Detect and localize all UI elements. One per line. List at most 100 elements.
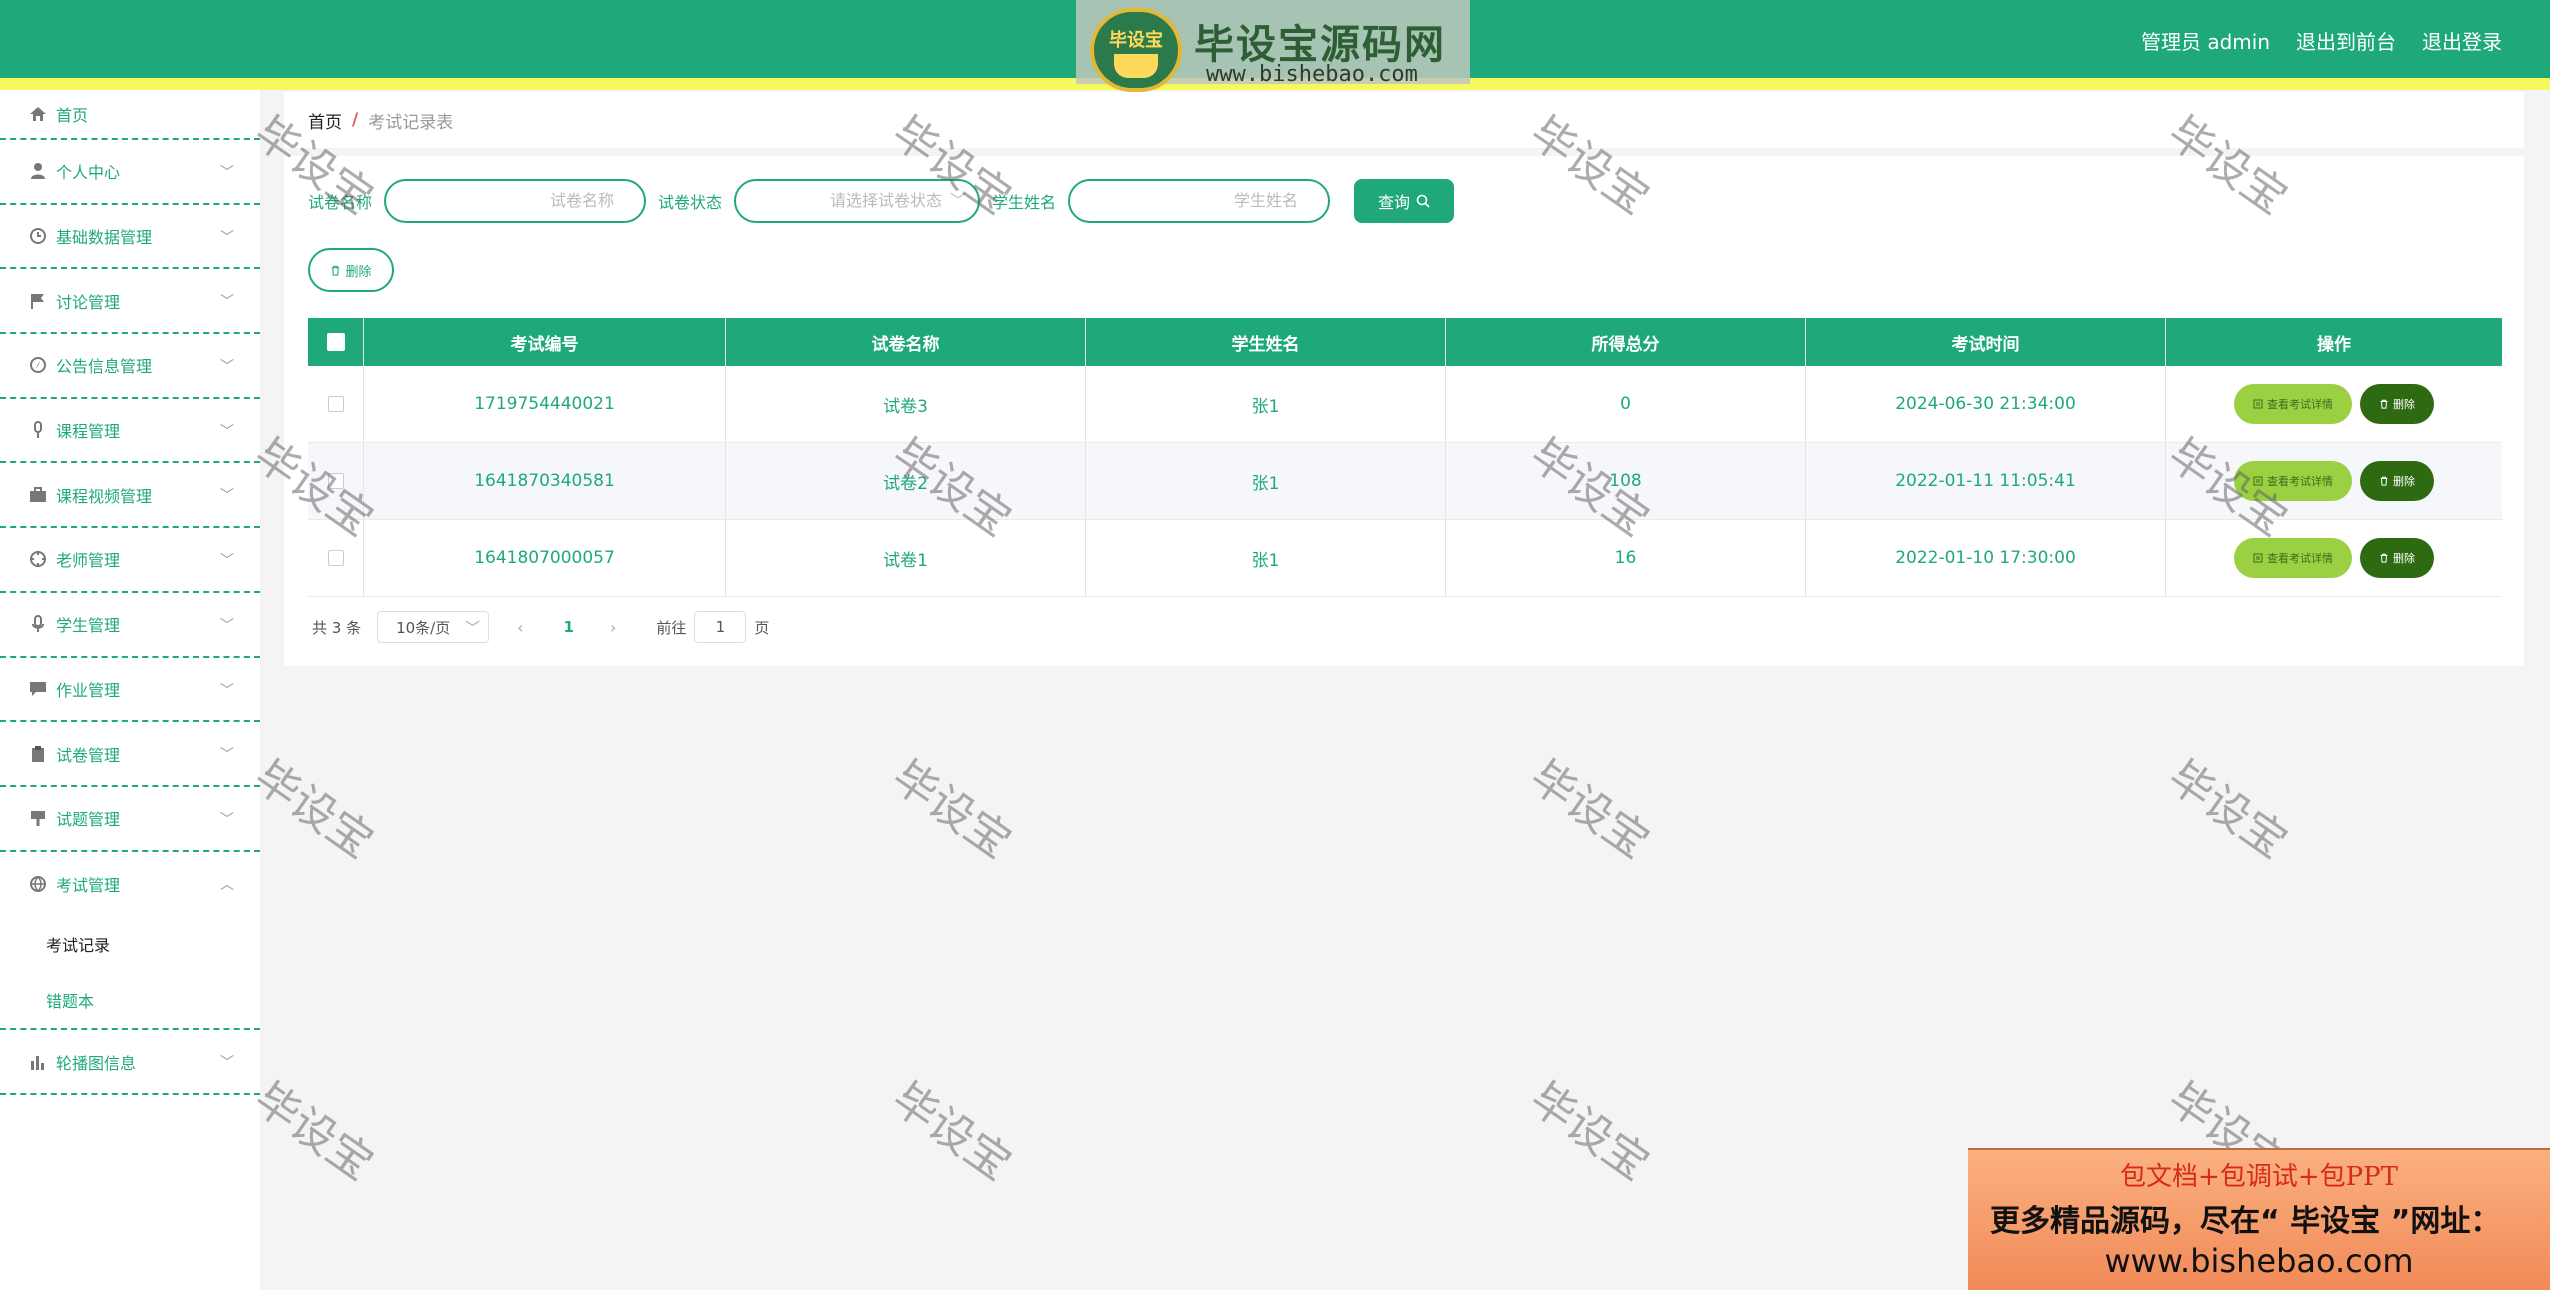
pin-icon [28, 808, 48, 828]
table-row: 1641870340581 试卷2 张1 108 2022-01-11 11:0… [308, 443, 2502, 520]
row-delete-button[interactable]: 删除 [2360, 538, 2434, 578]
view-exam-detail-button[interactable]: 查看考试详情 [2234, 538, 2352, 578]
row-checkbox[interactable] [327, 473, 344, 489]
goto-page-input[interactable]: 1 [694, 611, 747, 643]
sidebar-item-personal-center[interactable]: 个人中心 ﹀ [0, 140, 260, 205]
student-name-input[interactable]: 学生姓名 [1068, 179, 1331, 223]
student-name-cell: 张1 [1086, 520, 1446, 596]
chevron-down-icon: ﹀ [220, 165, 234, 181]
to-front-link[interactable]: 退出到前台 [2296, 26, 2396, 55]
paper-name-cell: 试卷3 [726, 366, 1086, 442]
search-icon [1416, 194, 1430, 208]
sidebar-item-paper[interactable]: 试卷管理 ﹀ [0, 722, 260, 787]
breadcrumb-home[interactable]: 首页 [308, 108, 342, 133]
sidebar-item-question[interactable]: 试题管理 ﹀ [0, 787, 260, 852]
target-icon [28, 549, 48, 569]
sidebar-item-teacher[interactable]: 老师管理 ﹀ [0, 528, 260, 593]
goto-label: 前往 [656, 618, 687, 637]
exam-id-cell: 1719754440021 [364, 366, 726, 442]
breadcrumb: 首页 / 考试记录表 [284, 92, 2524, 148]
row-checkbox[interactable] [327, 550, 344, 566]
watermark: 毕设宝 [1520, 750, 1659, 869]
exam-submenu: 考试记录 错题本 [0, 916, 260, 1031]
sidebar-item-home[interactable]: 首页 [0, 90, 260, 140]
header-actions: 管理员 admin 退出到前台 退出登录 [2141, 26, 2502, 55]
sidebar-item-exam[interactable]: 考试管理 ︿ [0, 852, 260, 917]
table-row: 1641807000057 试卷1 张1 16 2022-01-10 17:30… [308, 520, 2502, 597]
trash-icon [2380, 553, 2388, 563]
view-exam-detail-button[interactable]: 查看考试详情 [2234, 461, 2352, 501]
actions-cell: 查看考试详情 删除 [2166, 520, 2502, 596]
column-header: 操作 [2317, 334, 2351, 355]
sidebar-item-course-video[interactable]: 课程视频管理 ﹀ [0, 463, 260, 529]
paper-status-select[interactable]: 请选择试卷状态 ﹀ [734, 179, 981, 223]
sidebar-item-homework[interactable]: 作业管理 ﹀ [0, 658, 260, 723]
chevron-down-icon: ﹀ [465, 618, 481, 637]
logo-url: www.bishebao.com [1206, 62, 1418, 87]
view-exam-detail-button[interactable]: 查看考试详情 [2234, 384, 2352, 424]
watermark: 毕设宝 [244, 750, 383, 869]
exam-id-cell: 1641870340581 [364, 443, 726, 519]
site-logo-watermark: 毕设宝 毕设宝源码网 www.bishebao.com [1076, 0, 1470, 92]
search-form: 试卷名称 试卷名称 试卷状态 请选择试卷状态 ﹀ 学生姓名 学生姓名 查询 [308, 178, 1455, 224]
chat-icon [28, 679, 48, 699]
clipboard-icon [28, 744, 48, 764]
column-header: 试卷名称 [726, 318, 1086, 366]
sidebar-item-student[interactable]: 学生管理 ﹀ [0, 593, 260, 658]
score-cell: 16 [1446, 520, 1806, 596]
sidebar-item-announcement[interactable]: 公告信息管理 ﹀ [0, 334, 260, 399]
sidebar-item-discussion[interactable]: 讨论管理 ﹀ [0, 269, 260, 335]
chevron-down-icon: ﹀ [220, 1055, 234, 1072]
sidebar-item-basic-data[interactable]: 基础数据管理 ﹀ [0, 205, 260, 270]
prev-page-icon[interactable]: ‹ [517, 618, 523, 637]
exam-time-cell: 2022-01-11 11:05:41 [1806, 443, 2166, 519]
breadcrumb-separator: / [352, 110, 359, 130]
chevron-down-icon: ﹀ [220, 229, 234, 246]
page-number[interactable]: 1 [564, 618, 574, 636]
paper-name-cell: 试卷2 [726, 443, 1086, 519]
column-header: 学生姓名 [1086, 318, 1446, 366]
page-size-select[interactable]: 10条/页 ﹀ [377, 611, 490, 643]
chevron-up-icon: ︿ [220, 876, 234, 893]
row-delete-button[interactable]: 删除 [2360, 384, 2434, 424]
exam-time-cell: 2024-06-30 21:34:00 [1806, 366, 2166, 442]
promo-banner[interactable]: 包文档+包调试+包PPT 更多精品源码，尽在“ 毕设宝 ”网址： www.bis… [1968, 1148, 2550, 1290]
trash-icon [2380, 399, 2388, 409]
chevron-down-icon: ﹀ [220, 682, 234, 699]
clock-icon [28, 226, 48, 246]
sidebar: 首页 个人中心 ﹀ 基础数据管理 ﹀ 讨论管理 ﹀ 公告信息管理 ﹀ 课程管理 … [0, 90, 260, 1290]
chevron-down-icon: ﹀ [220, 811, 234, 828]
table-header: 考试编号 试卷名称 学生姓名 所得总分 考试时间 操作 [308, 318, 2502, 366]
select-all-checkbox[interactable] [326, 333, 345, 351]
sidebar-item-course[interactable]: 课程管理 ﹀ [0, 399, 260, 464]
globe-icon [28, 874, 48, 894]
total-count: 共 3 条 [312, 618, 362, 637]
watermark: 毕设宝 [882, 750, 1021, 869]
document-icon [2253, 399, 2263, 409]
student-name-label: 学生姓名 [992, 193, 1057, 212]
student-name-cell: 张1 [1086, 443, 1446, 519]
home-icon [28, 104, 48, 124]
chevron-down-icon: ﹀ [220, 294, 234, 311]
paper-name-input[interactable]: 试卷名称 [384, 179, 647, 223]
mic-icon [28, 614, 48, 634]
submenu-item-exam-record[interactable]: 考试记录 [0, 916, 260, 972]
next-page-icon[interactable]: › [610, 618, 616, 637]
admin-user-label: 管理员 admin [2140, 30, 2270, 54]
chevron-down-icon: ﹀ [220, 617, 234, 634]
row-checkbox[interactable] [327, 396, 344, 412]
logout-link[interactable]: 退出登录 [2422, 26, 2502, 55]
row-delete-button[interactable]: 删除 [2360, 461, 2434, 501]
chevron-down-icon: ﹀ [220, 747, 234, 764]
sidebar-item-carousel[interactable]: 轮播图信息 ﹀ [0, 1030, 260, 1095]
trash-icon [2380, 476, 2388, 486]
submenu-item-wrong-questions[interactable]: 错题本 [0, 972, 260, 1028]
batch-delete-button[interactable]: 删除 [308, 248, 394, 292]
document-icon [2253, 553, 2263, 563]
chevron-down-icon: ﹀ [220, 423, 234, 440]
query-button[interactable]: 查询 [1354, 179, 1455, 223]
user-icon [28, 161, 48, 181]
promo-line-3: www.bishebao.com [2104, 1242, 2414, 1280]
exam-time-cell: 2022-01-10 17:30:00 [1806, 520, 2166, 596]
paper-name-label: 试卷名称 [308, 193, 373, 212]
